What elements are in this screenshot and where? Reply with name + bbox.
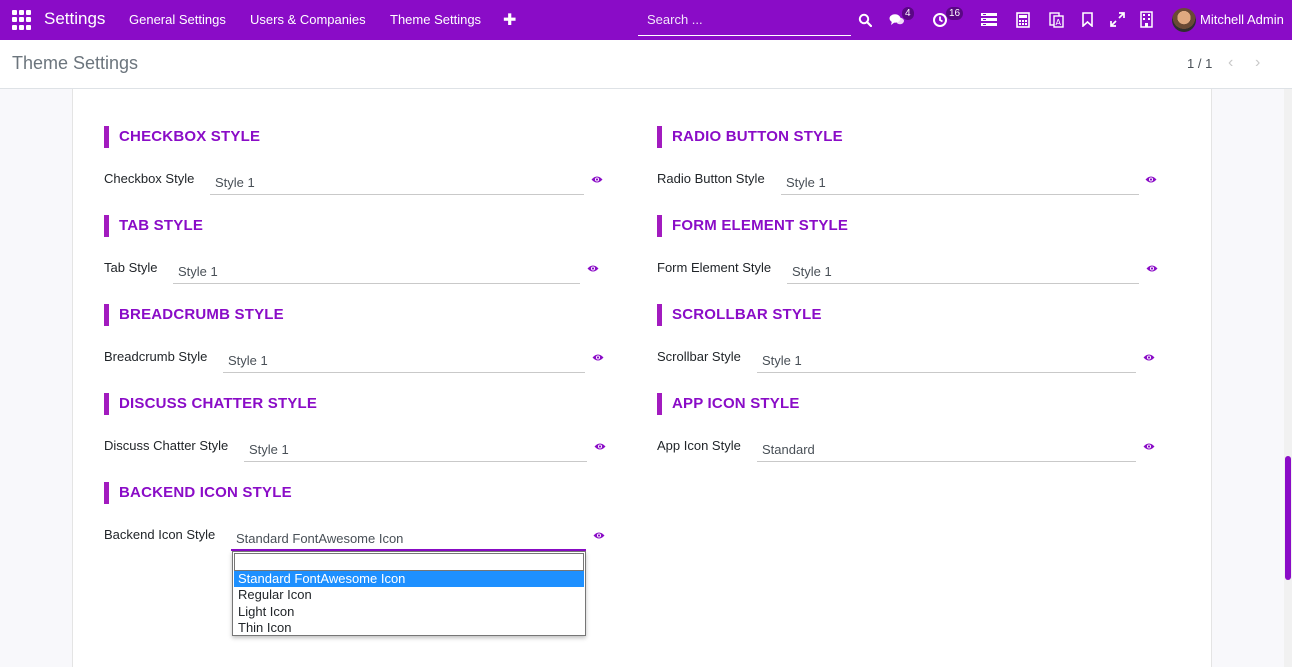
calculator-icon[interactable]	[1016, 12, 1030, 28]
app-icon-style-label: App Icon Style	[657, 438, 741, 453]
fullscreen-expand-icon[interactable]	[1110, 12, 1125, 27]
discuss-chatter-style-label: Discuss Chatter Style	[104, 438, 229, 453]
eye-icon[interactable]	[594, 442, 606, 451]
company-building-icon[interactable]	[1140, 11, 1153, 28]
breadcrumb-style-heading: BREADCRUMB STYLE	[104, 304, 284, 326]
menu-users-companies[interactable]: Users & Companies	[250, 12, 366, 27]
scrollbar-style-select[interactable]: Style 1	[757, 347, 1136, 373]
eye-icon[interactable]	[591, 175, 603, 184]
backend-icon-style-heading: BACKEND ICON STYLE	[104, 482, 292, 504]
checkbox-style-heading: CHECKBOX STYLE	[104, 126, 260, 148]
bookmark-icon[interactable]	[1082, 12, 1093, 27]
app-icon-style-select[interactable]: Standard	[757, 436, 1136, 462]
form-element-style-select[interactable]: Style 1	[787, 258, 1139, 284]
eye-icon[interactable]	[1143, 353, 1155, 362]
backend-icon-style-label: Backend Icon Style	[104, 527, 216, 542]
backend-icon-style-select[interactable]: Standard FontAwesome Icon	[231, 525, 586, 551]
activities-badge: 16	[946, 7, 964, 20]
scrollbar-thumb[interactable]	[1285, 456, 1291, 580]
scrollbar-track[interactable]	[1284, 89, 1292, 667]
top-navbar: Settings General Settings Users & Compan…	[0, 0, 1292, 40]
eye-icon[interactable]	[1146, 264, 1158, 273]
discuss-chatter-style-heading: DISCUSS CHATTER STYLE	[104, 393, 317, 415]
search-input[interactable]	[638, 4, 851, 34]
app-brand[interactable]: Settings	[44, 9, 105, 29]
discuss-chatter-style-select[interactable]: Style 1	[244, 436, 587, 462]
eye-icon[interactable]	[593, 531, 605, 540]
dropdown-option[interactable]: Regular Icon	[234, 587, 584, 603]
radio-button-style-label: Radio Button Style	[657, 171, 765, 186]
apps-menu-icon[interactable]	[12, 10, 32, 30]
search-box	[638, 4, 851, 36]
eye-icon[interactable]	[1143, 442, 1155, 451]
eye-icon[interactable]	[1145, 175, 1157, 184]
checkbox-style-select[interactable]: Style 1	[210, 169, 584, 195]
user-name[interactable]: Mitchell Admin	[1200, 12, 1284, 27]
svg-text:A: A	[1056, 18, 1062, 27]
list-view-icon[interactable]	[981, 13, 997, 26]
control-panel: Theme Settings 1 / 1 ‹ ›	[0, 40, 1292, 89]
dropdown-option[interactable]: Standard FontAwesome Icon	[234, 571, 584, 587]
tab-style-select[interactable]: Style 1	[173, 258, 580, 284]
app-icon-style-heading: APP ICON STYLE	[657, 393, 800, 415]
scrollbar-style-label: Scrollbar Style	[657, 349, 741, 364]
menu-general-settings[interactable]: General Settings	[129, 12, 226, 27]
search-icon[interactable]	[858, 13, 872, 27]
checkbox-style-label: Checkbox Style	[104, 171, 195, 186]
scrollbar-style-heading: SCROLLBAR STYLE	[657, 304, 822, 326]
eye-icon[interactable]	[587, 264, 599, 273]
dropdown-option[interactable]: Thin Icon	[234, 620, 584, 636]
tab-style-heading: TAB STYLE	[104, 215, 203, 237]
menu-theme-settings[interactable]: Theme Settings	[390, 12, 481, 27]
messages-badge: 4	[902, 7, 914, 20]
plus-icon[interactable]: ✚	[503, 10, 516, 30]
breadcrumb-style-select[interactable]: Style 1	[223, 347, 585, 373]
pager-previous-icon[interactable]: ‹	[1228, 54, 1233, 72]
eye-icon[interactable]	[592, 353, 604, 362]
radio-button-style-select[interactable]: Style 1	[781, 169, 1139, 195]
language-icon[interactable]: A	[1049, 12, 1064, 28]
backend-icon-style-dropdown: Standard FontAwesome Icon Regular Icon L…	[232, 551, 586, 636]
dropdown-option[interactable]: Light Icon	[234, 604, 584, 620]
dropdown-filter-input[interactable]	[234, 553, 584, 571]
breadcrumb-style-label: Breadcrumb Style	[104, 349, 208, 364]
form-element-style-label: Form Element Style	[657, 260, 772, 275]
pager-value[interactable]: 1 / 1	[1187, 56, 1212, 71]
form-element-style-heading: FORM ELEMENT STYLE	[657, 215, 848, 237]
pager-next-icon[interactable]: ›	[1255, 54, 1260, 72]
user-avatar[interactable]	[1172, 8, 1196, 32]
tab-style-label: Tab Style	[104, 260, 158, 275]
page-title: Theme Settings	[12, 53, 139, 73]
radio-button-style-heading: RADIO BUTTON STYLE	[657, 126, 843, 148]
